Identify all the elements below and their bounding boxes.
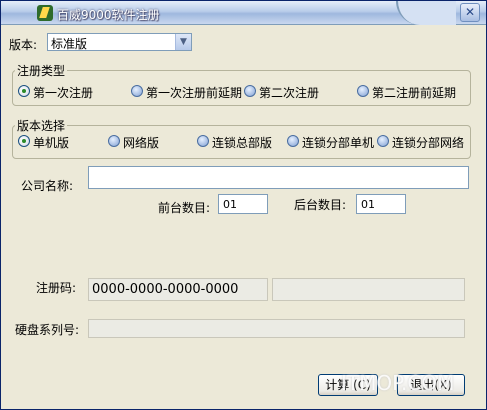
radio-label: 第一次注册 <box>33 86 94 100</box>
title-bar[interactable]: 百威9000软件注册 ✕ <box>1 1 486 25</box>
radio-label: 第二注册前延期 <box>372 86 457 100</box>
radio-selected-icon <box>18 135 30 147</box>
registration-window: 百威9000软件注册 ✕ 版本: 标准版 ▼ 注册类型 第一次注册 第一次注册前… <box>0 0 487 410</box>
version-label: 版本: <box>9 38 38 52</box>
radio-label: 连锁分部单机 <box>302 136 375 148</box>
radio-label: 第二次注册 <box>259 86 320 100</box>
back-count-input[interactable]: 01 <box>356 194 406 214</box>
radio-icon <box>131 85 143 97</box>
radio-chain-branch-standalone[interactable]: 连锁分部单机 <box>287 134 377 148</box>
reg-code-label: 注册码: <box>36 281 77 295</box>
chevron-down-icon[interactable]: ▼ <box>175 34 191 50</box>
front-count-value: 01 <box>223 198 237 211</box>
radio-selected-icon <box>18 85 30 97</box>
company-name-input[interactable] <box>88 166 469 189</box>
radio-icon <box>108 135 120 147</box>
edition-legend: 版本选择 <box>15 117 68 134</box>
radio-icon <box>357 85 369 97</box>
reg-type-legend: 注册类型 <box>15 62 68 79</box>
disk-serial-field[interactable] <box>88 319 465 338</box>
radio-icon <box>197 135 209 147</box>
version-selected-value: 标准版 <box>51 37 88 51</box>
reg-code-value: 0000-0000-0000-0000 <box>92 282 239 297</box>
radio-label: 连锁分部网络 <box>392 136 465 148</box>
disk-serial-label: 硬盘系列号: <box>15 323 80 337</box>
radio-label: 第一次注册前延期 <box>146 86 243 100</box>
back-count-label: 后台数目: <box>294 198 347 212</box>
reg-code-field[interactable]: 0000-0000-0000-0000 <box>88 278 268 301</box>
titlebar-decoration <box>396 1 456 25</box>
radio-label: 网络版 <box>123 136 160 150</box>
watermark-text: ITMOP.COM <box>341 371 455 395</box>
close-icon[interactable]: ✕ <box>460 3 480 22</box>
radio-label: 单机版 <box>33 136 70 150</box>
front-count-label: 前台数目: <box>158 201 211 215</box>
radio-icon <box>287 135 299 147</box>
radio-label: 连锁总部版 <box>212 136 273 150</box>
reg-code-field-2[interactable] <box>272 278 465 301</box>
app-icon <box>37 5 53 21</box>
version-select[interactable]: 标准版 ▼ <box>47 33 192 51</box>
radio-chain-branch-network[interactable]: 连锁分部网络 <box>377 134 469 148</box>
window-title: 百威9000软件注册 <box>57 8 160 22</box>
front-count-input[interactable]: 01 <box>218 194 268 214</box>
radio-icon <box>244 85 256 97</box>
back-count-value: 01 <box>361 198 375 211</box>
company-label: 公司名称: <box>21 179 74 193</box>
radio-icon <box>377 135 389 147</box>
